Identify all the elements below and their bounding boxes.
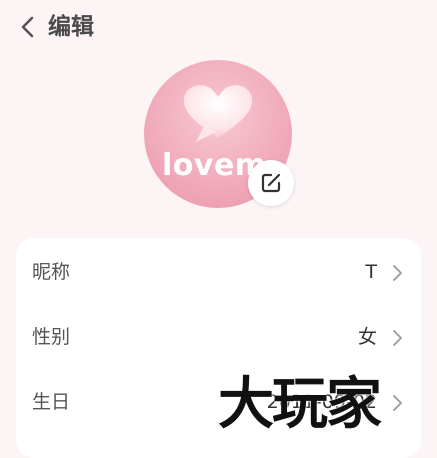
gender-row[interactable]: 性别 女 [16,305,421,369]
chevron-left-icon [21,16,34,38]
edit-square-icon [261,173,281,193]
nickname-row[interactable]: 昵称 T [16,240,421,304]
nickname-label: 昵称 [32,261,71,283]
gender-label: 性别 [32,326,71,348]
nickname-value: T [365,261,377,283]
gender-value: 女 [357,326,377,348]
watermark: 大玩家 [218,366,437,442]
birthday-label: 生日 [32,391,71,413]
avatar-section: lovem [144,60,294,210]
watermark-text: 大玩家 [218,371,382,437]
top-bar: 编辑 [0,0,437,56]
back-button[interactable] [16,12,40,42]
edit-avatar-button[interactable] [248,160,294,206]
page-title: 编辑 [48,14,94,40]
chevron-right-icon [393,265,402,281]
chevron-right-icon [393,330,402,346]
